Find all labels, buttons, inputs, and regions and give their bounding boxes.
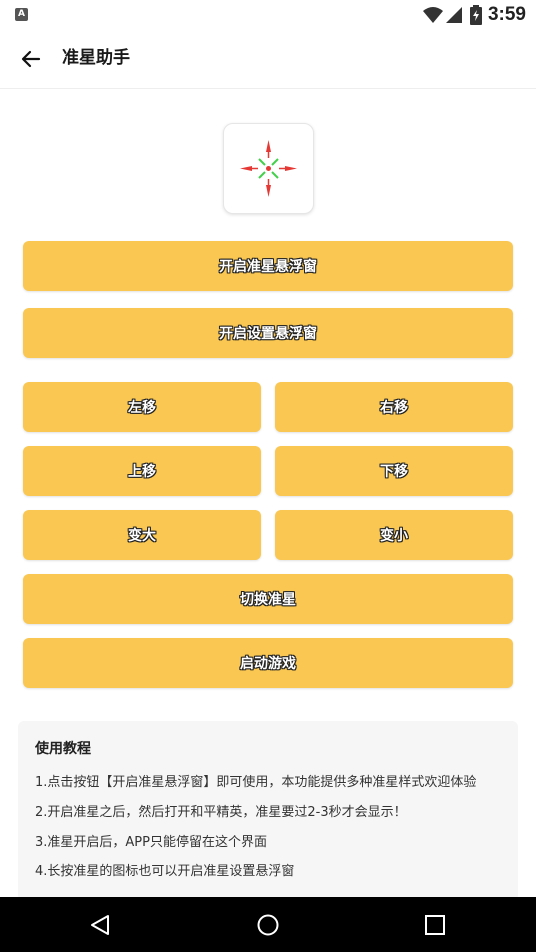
nav-home-icon[interactable]	[256, 913, 280, 937]
status-indicators: 3:59	[422, 4, 526, 26]
arrow-left-icon[interactable]	[19, 47, 43, 71]
system-nav-bar	[0, 897, 536, 952]
move-right-button[interactable]: 右移	[275, 382, 513, 432]
notification-app-icon: A	[15, 8, 28, 21]
crosshair-preview[interactable]	[223, 123, 314, 214]
app-bar: 准星助手	[0, 30, 536, 89]
signal-icon	[445, 7, 462, 23]
tutorial-line-1: 1.点击按钮【开启准星悬浮窗】即可使用，本功能提供多种准星样式欢迎体验	[35, 775, 477, 790]
tutorial-line-4: 4.长按准星的图标也可以开启准星设置悬浮窗	[35, 864, 295, 879]
status-bar: A 3:59	[0, 0, 536, 30]
battery-icon	[469, 5, 482, 25]
move-up-button[interactable]: 上移	[23, 446, 261, 496]
nav-back-icon[interactable]	[88, 913, 112, 937]
crosshair-icon	[240, 140, 297, 197]
wifi-icon	[422, 7, 443, 23]
enlarge-button[interactable]: 变大	[23, 510, 261, 560]
shrink-button[interactable]: 变小	[275, 510, 513, 560]
tutorial-line-2: 2.开启准星之后，然后打开和平精英，准星要过2-3秒才会显示！	[35, 805, 407, 820]
open-settings-window-button[interactable]: 开启设置悬浮窗	[23, 308, 513, 358]
move-down-button[interactable]: 下移	[275, 446, 513, 496]
open-crosshair-window-button[interactable]: 开启准星悬浮窗	[23, 241, 513, 291]
tutorial-line-3: 3.准星开启后，APP只能停留在这个界面	[35, 835, 267, 850]
switch-crosshair-button[interactable]: 切换准星	[23, 574, 513, 624]
status-time: 3:59	[487, 4, 526, 25]
launch-game-button[interactable]: 启动游戏	[23, 638, 513, 688]
tutorial-card: 使用教程 1.点击按钮【开启准星悬浮窗】即可使用，本功能提供多种准星样式欢迎体验…	[18, 721, 518, 901]
tutorial-title: 使用教程	[35, 741, 91, 757]
move-left-button[interactable]: 左移	[23, 382, 261, 432]
nav-recents-icon[interactable]	[424, 914, 446, 936]
page-title: 准星助手	[62, 48, 130, 68]
